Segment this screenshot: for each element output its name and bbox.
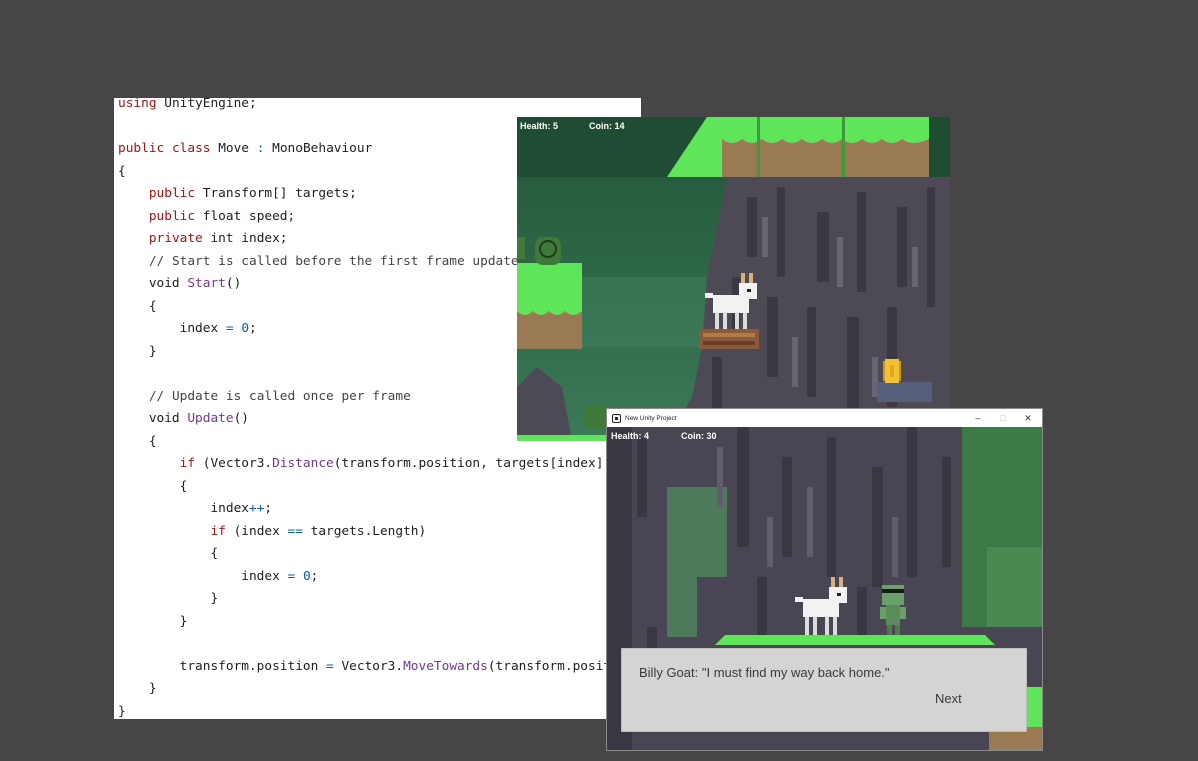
code-line-27: } [118, 681, 157, 696]
code-line-6: public float speed; [148, 208, 296, 224]
coin-label-window: Coin: 30 [681, 431, 717, 441]
code-line-14: // Update is called once per frame [148, 388, 411, 404]
dialog-box: Billy Goat: "I must find my way back hom… [621, 648, 1027, 732]
health-label-window: Health: 4 [611, 431, 650, 441]
code-line-23: } [118, 591, 219, 606]
maximize-button[interactable]: □ [991, 409, 1015, 427]
code-line-9: void Start() [118, 276, 242, 291]
coin-icon [883, 359, 901, 383]
code-line-19: index++; [118, 501, 273, 516]
code-line-11: index = 0; [118, 321, 257, 336]
code-line-7: private int index; [148, 231, 288, 246]
code-line-28: } [118, 703, 126, 719]
code-line-10: { [118, 298, 157, 314]
minimize-button[interactable]: – [966, 409, 990, 427]
code-line-21: { [118, 546, 219, 561]
health-label: Health: 5 [520, 121, 559, 131]
game-viewport[interactable]: Health: 4 Coin: 30 Billy Goat: "I must f… [607, 427, 1042, 750]
game-scene-top [517, 117, 950, 441]
code-line-3: public class Move : MonoBehaviour [118, 141, 373, 156]
code-line-1: using UnityEngine; [118, 98, 257, 111]
next-button[interactable]: Next [935, 691, 962, 706]
code-line-22: index = 0; [118, 568, 319, 584]
code-line-18: { [118, 478, 188, 494]
dialog-text: Billy Goat: "I must find my way back hom… [639, 665, 890, 680]
code-line-4: { [118, 163, 126, 179]
code-line-26: transform.position = Vector3.MoveTowards… [118, 658, 627, 674]
code-line-20: if (index == targets.Length) [210, 523, 427, 539]
window-titlebar[interactable]: New Unity Project – □ ✕ [607, 409, 1042, 427]
unity-game-window[interactable]: New Unity Project – □ ✕ Health: 4 Coin: … [606, 408, 1043, 751]
code-line-12: } [118, 343, 157, 359]
close-button[interactable]: ✕ [1016, 409, 1040, 427]
coin-label: Coin: 14 [589, 121, 625, 131]
game-screenshot-top: Health: 5 Coin: 14 [517, 117, 950, 441]
unity-app-icon [612, 413, 621, 423]
code-line-17: if (Vector3.Distance(transform.position,… [179, 456, 627, 471]
window-title: New Unity Project [625, 414, 677, 422]
code-line-24: } [118, 613, 188, 629]
code-line-8: // Start is called before the first fram… [148, 253, 519, 269]
code-line-5: public Transform[] targets; [148, 186, 357, 201]
code-line-16: { [118, 433, 157, 449]
code-line-15: void Update() [118, 411, 249, 426]
